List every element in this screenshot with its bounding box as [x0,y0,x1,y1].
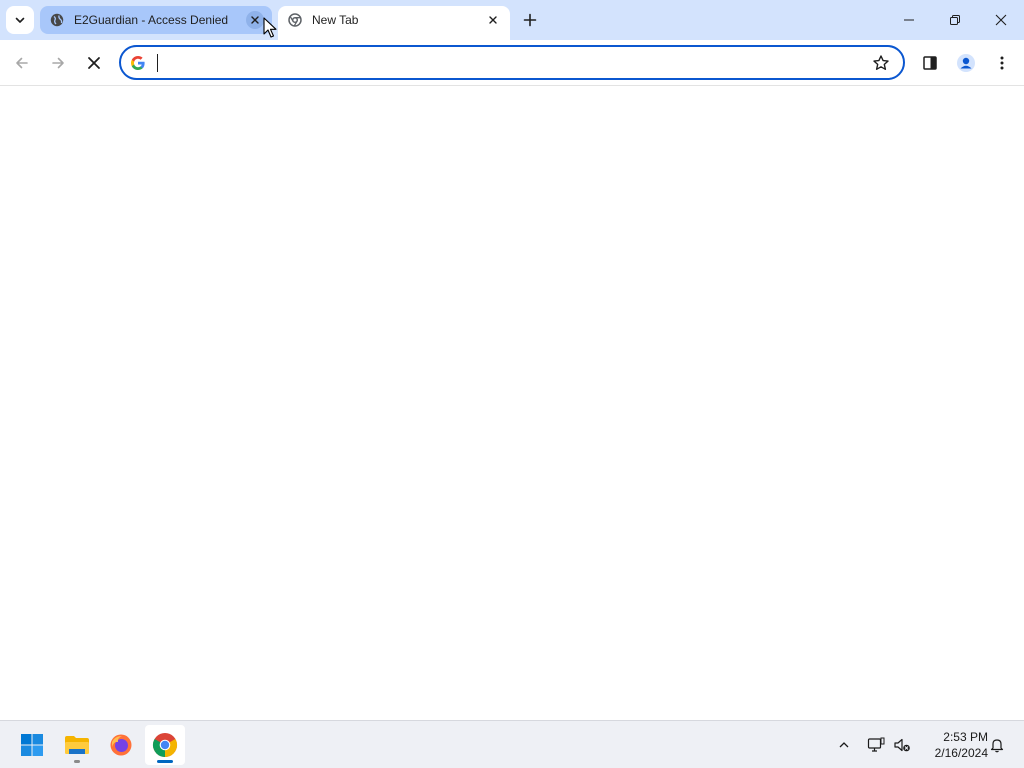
forward-button[interactable] [44,49,72,77]
taskbar-firefox[interactable] [101,725,141,765]
side-panel-button[interactable] [916,49,944,77]
globe-icon [50,13,64,27]
close-icon [995,14,1007,26]
tab-title: E2Guardian - Access Denied [74,13,229,27]
taskbar-clock[interactable]: 2:53 PM 2/16/2024 [918,729,988,761]
star-icon [873,55,889,70]
mouse-cursor-icon [263,17,277,38]
show-hidden-icons-button[interactable] [832,731,856,759]
side-panel-icon [923,56,937,70]
chrome-menu-button[interactable] [988,49,1016,77]
page-content [0,87,1024,720]
bell-icon [990,739,1004,753]
clock-date: 2/16/2024 [934,746,988,760]
start-button[interactable] [12,725,52,765]
profile-icon [957,54,975,72]
arrow-right-icon [52,57,64,69]
chrome-icon [152,733,178,757]
close-window-button[interactable] [978,0,1024,40]
plus-icon [523,13,537,27]
network-icon [867,737,885,752]
running-indicator [74,760,80,763]
folder-icon [65,736,89,754]
text-caret [157,54,158,72]
stop-loading-button[interactable] [80,49,108,77]
google-g-icon [129,54,147,72]
chevron-up-icon [839,742,849,748]
clock-time: 2:53 PM [943,730,988,744]
address-bar[interactable] [119,45,905,80]
tab-strip: E2Guardian - Access Denied New Tab [0,0,1024,40]
taskbar-file-explorer[interactable] [57,725,97,765]
notifications-button[interactable] [985,731,1009,759]
chrome-icon [288,13,302,27]
tab-search-button[interactable] [6,6,34,34]
restore-button[interactable] [932,0,978,40]
volume-muted-icon [894,738,910,752]
address-input[interactable] [155,51,855,74]
close-icon [489,16,497,24]
profile-button[interactable] [952,49,980,77]
restore-icon [950,15,960,25]
arrow-left-icon [16,57,28,69]
bookmark-star-button[interactable] [871,53,891,73]
new-tab-button[interactable] [518,8,542,32]
minimize-button[interactable] [886,0,932,40]
tab-close-button[interactable] [484,11,502,29]
network-button[interactable] [864,731,888,759]
firefox-icon [110,734,132,756]
active-app-indicator [157,760,173,763]
minimize-icon [904,19,914,21]
chevron-down-icon [15,17,25,23]
tab-title: New Tab [312,13,359,27]
windows-taskbar: 2:53 PM 2/16/2024 [0,720,1024,768]
back-button[interactable] [8,49,36,77]
close-icon [88,57,100,69]
tab-e2guardian[interactable]: E2Guardian - Access Denied [40,6,272,34]
kebab-menu-icon [1000,56,1004,70]
close-icon [251,16,259,24]
tab-close-button[interactable] [246,11,264,29]
taskbar-chrome[interactable] [145,725,185,765]
volume-button[interactable] [890,731,914,759]
browser-toolbar [0,40,1024,86]
windows-icon [21,734,43,756]
tab-new-tab[interactable]: New Tab [278,6,510,40]
